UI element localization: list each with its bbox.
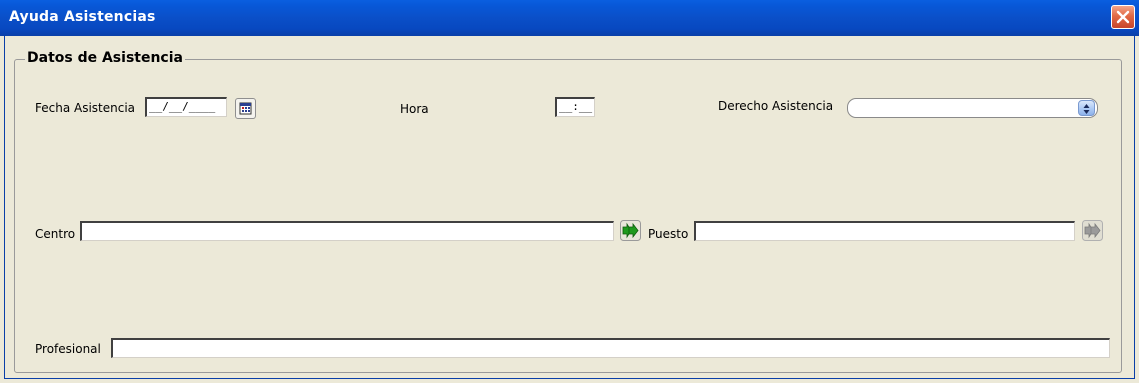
fecha-asistencia-input[interactable]: __/__/____ (145, 97, 227, 117)
window-title: Ayuda Asistencias (9, 9, 156, 25)
dialog-window: Ayuda Asistencias Datos de Asistencia Fe… (0, 0, 1139, 383)
puesto-input[interactable] (694, 221, 1075, 241)
puesto-lookup-button[interactable] (1082, 220, 1103, 241)
profesional-label: Profesional (35, 342, 101, 356)
fecha-asistencia-label: Fecha Asistencia (35, 101, 136, 115)
close-button[interactable] (1111, 5, 1135, 29)
double-arrow-right-icon (620, 220, 641, 241)
centro-input[interactable] (80, 221, 614, 241)
puesto-label: Puesto (648, 227, 689, 241)
profesional-input[interactable] (111, 338, 1110, 358)
centro-label: Centro (35, 227, 76, 241)
derecho-asistencia-label: Derecho Asistencia (718, 99, 834, 113)
up-down-arrow-icon (1083, 104, 1090, 114)
calendar-icon (239, 102, 252, 115)
title-bar[interactable]: Ayuda Asistencias (0, 0, 1139, 36)
close-icon (1116, 10, 1130, 24)
hora-label: Hora (400, 102, 429, 116)
derecho-dropdown-button[interactable] (1078, 100, 1095, 116)
calendar-button[interactable] (235, 98, 256, 119)
group-title: Datos de Asistencia (25, 50, 185, 66)
double-arrow-right-icon (1082, 220, 1103, 241)
hora-input[interactable]: __:__ (555, 97, 595, 117)
centro-lookup-button[interactable] (620, 220, 641, 241)
derecho-asistencia-select[interactable] (847, 98, 1098, 118)
